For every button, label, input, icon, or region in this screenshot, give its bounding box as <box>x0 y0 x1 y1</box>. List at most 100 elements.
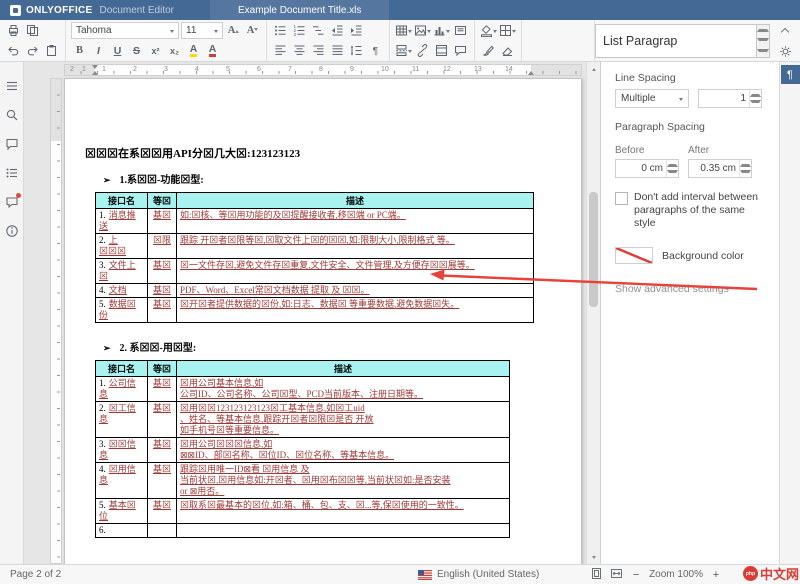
column-header: 等⊠ <box>148 193 177 209</box>
decrease-indent-button[interactable] <box>329 22 346 39</box>
table-cell: 2.⊠工信息 <box>96 402 148 438</box>
increase-font-button[interactable]: A <box>225 22 242 39</box>
style-next-button[interactable] <box>757 35 769 46</box>
undo-button[interactable] <box>5 42 22 59</box>
header-footer-button[interactable] <box>433 42 450 59</box>
redo-button[interactable] <box>24 42 41 59</box>
spinner-up-button[interactable] <box>667 160 678 169</box>
table-cell: ⊠用公司⊠⊠⊠信息,如 ⊠⊠ID、部⊠名称、⊠位ID、⊠位名称、等基本信息。 <box>177 438 510 463</box>
spinner-down-button[interactable] <box>667 169 678 178</box>
chevron-down-icon <box>170 30 174 35</box>
underline-button[interactable]: U <box>109 42 126 59</box>
show-paragraph-marks-button[interactable]: ¶ <box>367 42 384 59</box>
subscript-button[interactable]: x₂ <box>166 42 183 59</box>
print-button[interactable] <box>5 22 22 39</box>
multilevel-list-button[interactable] <box>310 22 327 39</box>
align-right-button[interactable] <box>310 42 327 59</box>
line-spacing-button[interactable] <box>348 42 365 59</box>
language-selector[interactable]: English (United States) <box>418 569 539 580</box>
settings-gear-button[interactable] <box>777 43 794 60</box>
font-name-select[interactable]: Tahoma <box>71 22 179 39</box>
collapse-toolbar-button[interactable] <box>777 22 794 39</box>
insert-hyperlink-button[interactable] <box>414 42 431 59</box>
borders-button[interactable] <box>499 22 516 39</box>
insert-comment-button[interactable] <box>452 42 469 59</box>
vertical-scrollbar[interactable] <box>586 62 600 564</box>
scrollbar-thumb[interactable] <box>589 192 598 307</box>
style-preview[interactable]: List Paragrap <box>595 24 757 58</box>
navigation-icon[interactable] <box>4 165 20 181</box>
no-interval-checkbox[interactable] <box>615 192 628 205</box>
spinner-down-button[interactable] <box>750 99 761 108</box>
document-page[interactable]: ⊠⊠⊠在系⊠⊠用API分⊠几大⊠:123123123 ➢1.系⊠⊠-功能⊠型: … <box>64 78 582 564</box>
increase-indent-button[interactable] <box>348 22 365 39</box>
vertical-ruler[interactable] <box>50 78 62 564</box>
fit-width-button[interactable] <box>610 567 623 583</box>
font-color-button[interactable]: A <box>209 44 217 57</box>
insert-table-button[interactable] <box>395 22 412 39</box>
copy-style-button[interactable] <box>480 42 497 59</box>
highlight-color-button[interactable]: A <box>190 44 198 57</box>
insert-chart-button[interactable] <box>433 22 450 39</box>
fit-page-button[interactable] <box>590 567 603 583</box>
horizontal-ruler[interactable]: 211234567891011121314 <box>64 64 582 76</box>
right-indent-marker[interactable] <box>528 68 534 75</box>
scroll-up-button[interactable] <box>587 62 600 74</box>
line-spacing-select[interactable]: Multiple <box>615 89 689 108</box>
shading-color-button[interactable] <box>480 22 497 39</box>
zoom-out-button[interactable]: − <box>630 569 642 581</box>
clear-style-button[interactable] <box>499 42 516 59</box>
style-expand-button[interactable] <box>757 46 769 57</box>
table-row: 5.基本⊠位基⊠⊠取系⊠最基本的⊠位,如:箱、桶、包、支、⊠...等,保⊠使用的… <box>96 499 510 524</box>
table-row: 2.上⊠⊠⊠⊠限跟踪 开⊠者⊠限等⊠,⊠取文件上⊠的⊠⊠,如:限制大小,限制格式… <box>96 234 534 259</box>
spacing-before-value: 0 cm <box>616 160 666 177</box>
no-interval-label: Don't add interval between paragraphs of… <box>634 191 765 230</box>
italic-button[interactable]: I <box>90 42 107 59</box>
bullets-button[interactable] <box>272 22 289 39</box>
insert-textbox-button[interactable] <box>452 22 469 39</box>
line-spacing-multiplier-spinner[interactable]: 1 <box>698 89 762 108</box>
ruler-ticks <box>65 71 581 74</box>
arrow-down-icon <box>254 28 258 33</box>
bold-button[interactable]: B <box>71 42 88 59</box>
search-icon[interactable] <box>4 107 20 123</box>
style-prev-button[interactable] <box>757 25 769 36</box>
table-cell: 3.文件上⊠ <box>96 259 148 284</box>
zoom-in-button[interactable]: + <box>710 569 722 581</box>
font-name-value: Tahoma <box>76 25 112 36</box>
page-break-button[interactable] <box>395 42 412 59</box>
menu-icon[interactable] <box>4 78 20 94</box>
strikeout-button[interactable]: S <box>128 42 145 59</box>
document-tab[interactable]: Example Document Title.xls <box>210 0 389 20</box>
chat-icon[interactable] <box>4 194 20 210</box>
status-bar: Page 2 of 2 English (United States) − Zo… <box>0 564 800 584</box>
ruler-number: 6 <box>257 66 261 73</box>
spinner-up-button[interactable] <box>740 160 751 169</box>
align-center-button[interactable] <box>291 42 308 59</box>
left-indent-marker[interactable] <box>92 68 98 75</box>
decrease-font-button[interactable]: A <box>244 22 261 39</box>
scroll-down-button[interactable] <box>587 552 600 564</box>
table-cell: PDF、Word、Excel常⊠文档数据 提取 及 ⊠⊠。 <box>177 284 534 298</box>
numbering-button[interactable]: 123 <box>291 22 308 39</box>
font-size-select[interactable]: 11 <box>181 22 223 39</box>
spacing-after-spinner[interactable]: 0.35 cm <box>688 159 752 178</box>
comments-icon[interactable] <box>4 136 20 152</box>
paragraph-settings-icon[interactable]: ¶ <box>781 65 800 84</box>
ruler-number: 4 <box>195 66 199 73</box>
spinner-up-button[interactable] <box>750 90 761 99</box>
spinner-down-button[interactable] <box>740 169 751 178</box>
background-color-swatch[interactable] <box>615 247 653 264</box>
spacing-before-spinner[interactable]: 0 cm <box>615 159 679 178</box>
brand-name: ONLYOFFICE <box>26 5 93 16</box>
arrow-down-icon <box>757 49 769 54</box>
about-icon[interactable] <box>4 223 20 239</box>
advanced-settings-link[interactable]: Show advanced settings <box>615 283 765 295</box>
copy-button[interactable] <box>24 22 41 39</box>
superscript-button[interactable]: x² <box>147 42 164 59</box>
align-left-button[interactable] <box>272 42 289 59</box>
paste-button[interactable] <box>43 42 60 59</box>
insert-image-button[interactable] <box>414 22 431 39</box>
arrow-up-icon <box>667 162 678 167</box>
justify-button[interactable] <box>329 42 346 59</box>
